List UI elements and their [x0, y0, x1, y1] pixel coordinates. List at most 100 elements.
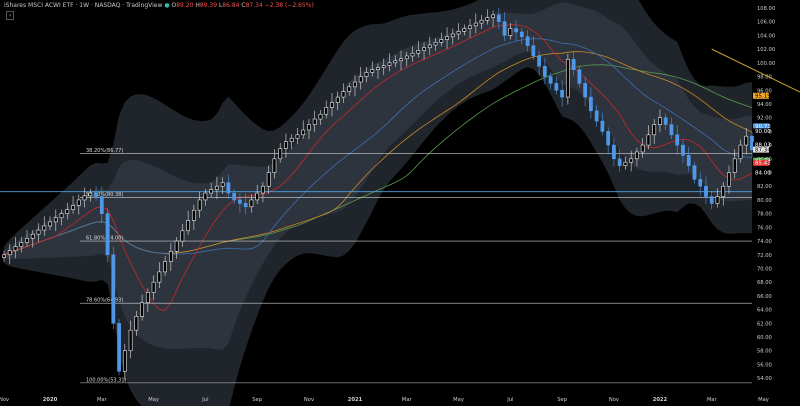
price-tag-label: 84.00 — [755, 170, 771, 176]
candle — [94, 192, 98, 197]
candle — [30, 233, 35, 239]
x-tick-label: May — [148, 397, 159, 403]
candle — [681, 144, 685, 156]
candle — [36, 229, 41, 235]
candle — [456, 31, 461, 35]
candle — [289, 137, 294, 142]
candle — [485, 17, 490, 21]
y-tick-label: 72.00 — [757, 253, 772, 259]
candle — [174, 240, 179, 252]
y-tick-label: 106.00 — [757, 20, 775, 26]
price-chart[interactable]: 38.20%(86.77)50.00%(80.38)61.80%(74.00)7… — [0, 0, 800, 406]
candle — [140, 302, 144, 317]
fib-label-0: 38.20%(86.77) — [86, 148, 123, 154]
candle — [42, 225, 47, 231]
x-tick-label: Jul — [506, 397, 513, 403]
candle — [203, 192, 208, 201]
candle — [76, 199, 81, 206]
candle — [496, 14, 501, 23]
candle — [25, 238, 29, 243]
y-tick-label: 100.00 — [757, 61, 775, 67]
candle — [629, 158, 634, 163]
candle — [462, 28, 467, 32]
candle — [232, 192, 237, 201]
ohlc-c-value: 87.34 — [245, 2, 263, 9]
candle — [410, 52, 415, 57]
candle — [698, 179, 703, 187]
candle — [191, 209, 196, 221]
x-tick-label: Nov — [304, 397, 314, 403]
symbol-title[interactable]: iShares MSCI ACWI ETF · 1W · NASDAQ · Tr… — [4, 2, 162, 9]
candle — [508, 28, 513, 36]
y-tick-label: 60.00 — [757, 335, 772, 341]
x-tick-label: 2020 — [43, 397, 58, 403]
candle — [686, 155, 691, 166]
candle — [180, 230, 185, 242]
candle — [600, 120, 605, 132]
candle — [13, 246, 18, 251]
candle — [278, 148, 283, 160]
candle — [134, 316, 139, 331]
candle — [370, 69, 375, 73]
fib-label-3: 78.60%(64.93) — [86, 298, 123, 304]
candle — [71, 205, 75, 210]
candle — [704, 185, 708, 197]
candle — [266, 172, 271, 187]
candle — [65, 209, 70, 214]
candle — [663, 117, 668, 125]
x-tick-label: Nov — [0, 397, 9, 403]
candle — [554, 83, 559, 91]
candle — [7, 250, 12, 256]
candle — [738, 144, 743, 160]
candle — [560, 89, 565, 98]
candle — [658, 117, 662, 125]
chevron-left-icon[interactable]: ‹ — [6, 11, 15, 20]
y-tick-label: 54.00 — [757, 376, 772, 382]
candle — [715, 196, 720, 204]
candle — [445, 36, 449, 40]
candle — [542, 65, 547, 77]
price-tag-label: 87.34 — [755, 147, 771, 153]
candle — [422, 47, 426, 51]
x-tick-label: Nov — [609, 397, 619, 403]
candle — [168, 251, 173, 262]
candle — [163, 261, 168, 273]
candle — [571, 59, 576, 70]
candle — [393, 60, 398, 64]
fib-label-4: 100.00%(53.31) — [86, 377, 127, 383]
candle — [565, 59, 570, 98]
candle — [381, 65, 386, 68]
candle — [399, 58, 403, 62]
candle — [59, 213, 64, 219]
y-tick-label: 102.00 — [757, 47, 775, 53]
candle — [99, 196, 104, 214]
candle — [151, 281, 156, 293]
x-tick-label: 2021 — [348, 397, 363, 403]
candle — [341, 91, 346, 98]
candle — [105, 213, 110, 256]
candle — [727, 172, 731, 187]
x-tick-label: 2022 — [653, 397, 668, 403]
fib-label-2: 61.80%(74.00) — [86, 236, 123, 242]
candle — [583, 83, 588, 98]
candle — [376, 67, 380, 70]
candle — [347, 86, 352, 92]
candle — [2, 254, 6, 258]
candle — [238, 199, 242, 204]
candle — [652, 124, 657, 136]
candle — [744, 135, 749, 146]
price-tag-label: 95.19 — [755, 94, 771, 100]
candle — [612, 144, 616, 160]
candle — [594, 110, 599, 122]
y-tick-label: 78.00 — [757, 212, 772, 218]
candle — [537, 55, 542, 67]
candle — [353, 81, 357, 88]
candle — [284, 141, 288, 149]
candle — [214, 185, 219, 190]
candle — [548, 76, 553, 84]
candle — [186, 220, 191, 232]
candle — [122, 350, 127, 372]
candle — [721, 185, 726, 197]
candle — [646, 134, 651, 146]
x-tick-label: Sep — [557, 397, 567, 403]
